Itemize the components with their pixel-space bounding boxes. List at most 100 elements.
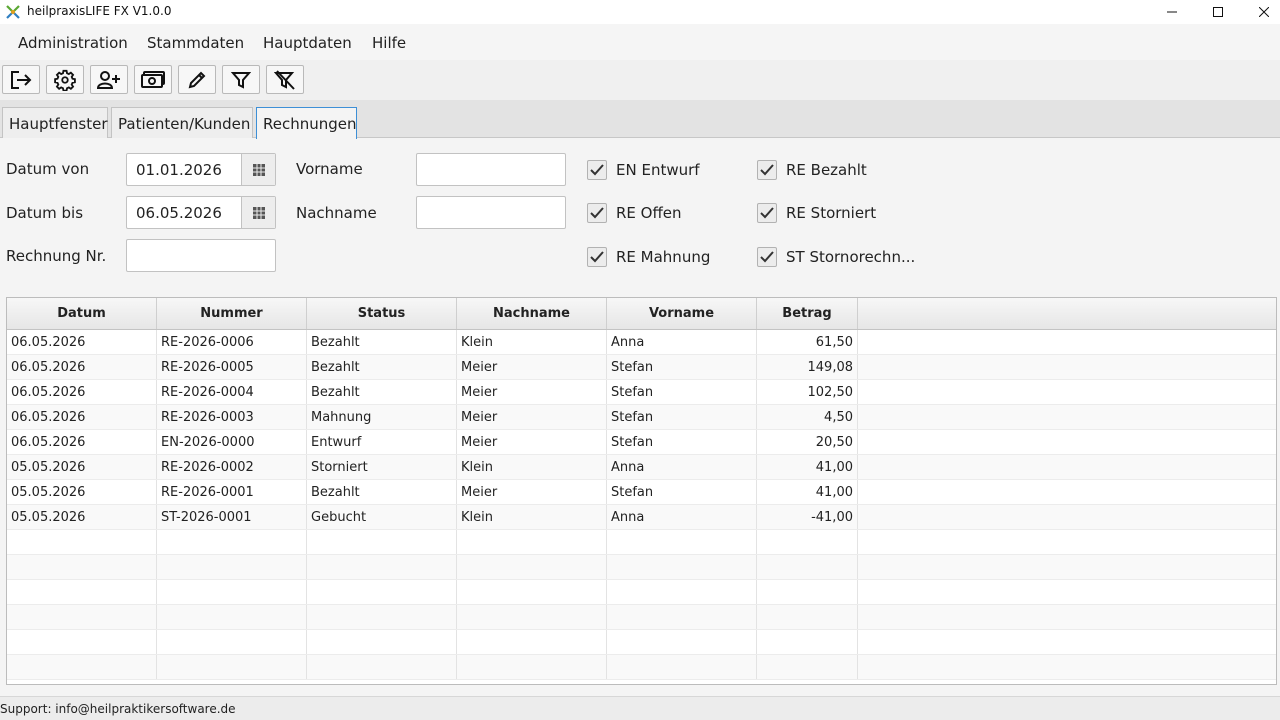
checkbox-box[interactable]: [587, 247, 607, 267]
edit-button[interactable]: [178, 65, 216, 94]
checkbox-re-mahnung[interactable]: RE Mahnung: [587, 247, 710, 267]
table-cell-nummer: [157, 630, 307, 654]
table-cell-betrag: 41,00: [757, 480, 858, 504]
table-cell-status: Storniert: [307, 455, 457, 479]
checkbox-st-stornorechnung[interactable]: ST Stornorechn...: [757, 247, 915, 267]
filter-icon: [231, 71, 251, 89]
calendar-icon: [252, 206, 265, 219]
table-cell-betrag: [757, 530, 858, 554]
minimize-button[interactable]: [1149, 0, 1195, 24]
empty-table-row: [7, 630, 1276, 655]
table-cell-status: [307, 605, 457, 629]
add-person-icon: [97, 70, 120, 89]
column-header-vorname[interactable]: Vorname: [607, 298, 757, 329]
table-cell-status: [307, 580, 457, 604]
table-row[interactable]: 05.05.2026 ST-2026-0001 Gebucht Klein Anna -4…: [7, 505, 1276, 530]
table-row[interactable]: 06.05.2026 RE-2026-0003 Mahnung Meier Stefan…: [7, 405, 1276, 430]
tab-rechnungen[interactable]: Rechnungen: [256, 107, 357, 139]
datum-bis-calendar-button[interactable]: [241, 197, 275, 228]
datum-bis-picker[interactable]: 06.05.2026: [126, 196, 276, 229]
column-header-nummer[interactable]: Nummer: [157, 298, 307, 329]
window-title: heilpraxisLIFE FX V1.0.0: [27, 4, 172, 18]
menu-stammdaten[interactable]: Stammdaten: [147, 34, 244, 52]
checkbox-label: EN Entwurf: [616, 161, 700, 179]
table-cell-nachname: [457, 580, 607, 604]
checkbox-box[interactable]: [587, 203, 607, 223]
empty-table-row: [7, 605, 1276, 630]
maximize-button[interactable]: [1195, 0, 1241, 24]
rechnung-nr-input[interactable]: [126, 239, 276, 272]
table-cell-nachname: [457, 605, 607, 629]
rechnung-nr-label: Rechnung Nr.: [6, 247, 107, 265]
checkbox-re-storniert[interactable]: RE Storniert: [757, 203, 876, 223]
menu-administration[interactable]: Administration: [18, 34, 128, 52]
table-row[interactable]: 06.05.2026 RE-2026-0005 Bezahlt Meier Stefan…: [7, 355, 1276, 380]
money-button[interactable]: [134, 65, 172, 94]
table-cell-datum: [7, 580, 157, 604]
logout-button[interactable]: [2, 65, 40, 94]
menu-hilfe[interactable]: Hilfe: [372, 34, 406, 52]
clear-filter-button[interactable]: [266, 65, 304, 94]
table-cell-betrag: -41,00: [757, 505, 858, 529]
table-row[interactable]: 06.05.2026 EN-2026-0000 Entwurf Meier Stefan…: [7, 430, 1276, 455]
table-cell-nummer: RE-2026-0004: [157, 380, 307, 404]
table-cell-nummer: RE-2026-0006: [157, 330, 307, 354]
table-cell-vorname: Stefan: [607, 405, 757, 429]
checkbox-box[interactable]: [587, 160, 607, 180]
add-person-button[interactable]: [90, 65, 128, 94]
vorname-input[interactable]: [416, 153, 566, 186]
checkbox-label: ST Stornorechn...: [786, 248, 916, 266]
table-cell-status: [307, 530, 457, 554]
checkbox-re-bezahlt[interactable]: RE Bezahlt: [757, 160, 867, 180]
invoice-table[interactable]: Datum Nummer Status Nachname Vorname Bet…: [6, 297, 1277, 685]
clear-filter-icon: [274, 69, 295, 90]
checkmark-icon: [760, 164, 774, 176]
table-row[interactable]: 06.05.2026 RE-2026-0006 Bezahlt Klein Anna 61…: [7, 330, 1276, 355]
checkbox-en-entwurf[interactable]: EN Entwurf: [587, 160, 700, 180]
settings-button[interactable]: [46, 65, 84, 94]
datum-von-picker[interactable]: 01.01.2026: [126, 153, 276, 186]
table-row[interactable]: 06.05.2026 RE-2026-0004 Bezahlt Meier Stefan…: [7, 380, 1276, 405]
checkbox-re-offen[interactable]: RE Offen: [587, 203, 682, 223]
table-cell-datum: 06.05.2026: [7, 330, 157, 354]
table-row[interactable]: 05.05.2026 RE-2026-0002 Storniert Klein Anna…: [7, 455, 1276, 480]
datum-von-calendar-button[interactable]: [241, 154, 275, 185]
table-cell-status: Bezahlt: [307, 480, 457, 504]
logout-icon: [11, 70, 32, 89]
nachname-input[interactable]: [416, 196, 566, 229]
filter-button[interactable]: [222, 65, 260, 94]
checkmark-icon: [590, 164, 604, 176]
column-header-datum[interactable]: Datum: [7, 298, 157, 329]
datum-von-input[interactable]: 01.01.2026: [136, 161, 222, 179]
menu-bar: Administration Stammdaten Hauptdaten Hil…: [0, 24, 1280, 61]
close-button[interactable]: [1241, 0, 1280, 24]
table-cell-vorname: Stefan: [607, 430, 757, 454]
table-cell-nummer: RE-2026-0001: [157, 480, 307, 504]
table-cell-nachname: Meier: [457, 405, 607, 429]
datum-bis-input[interactable]: 06.05.2026: [136, 204, 222, 222]
column-header-nachname[interactable]: Nachname: [457, 298, 607, 329]
table-cell-nummer: RE-2026-0003: [157, 405, 307, 429]
table-cell-status: [307, 655, 457, 679]
table-cell-betrag: [757, 580, 858, 604]
checkbox-box[interactable]: [757, 160, 777, 180]
checkbox-box[interactable]: [757, 247, 777, 267]
checkbox-label: RE Bezahlt: [786, 161, 867, 179]
tab-hauptfenster[interactable]: Hauptfenster: [2, 107, 108, 138]
tab-bar: Hauptfenster Patienten/Kunden Rechnungen: [0, 100, 1280, 139]
table-cell-vorname: Anna: [607, 330, 757, 354]
table-cell-datum: 05.05.2026: [7, 505, 157, 529]
column-header-status[interactable]: Status: [307, 298, 457, 329]
menu-hauptdaten[interactable]: Hauptdaten: [263, 34, 352, 52]
table-cell-betrag: 102,50: [757, 380, 858, 404]
checkmark-icon: [760, 251, 774, 263]
checkbox-box[interactable]: [757, 203, 777, 223]
table-cell-nachname: Meier: [457, 480, 607, 504]
table-cell-datum: 06.05.2026: [7, 355, 157, 379]
table-cell-datum: [7, 555, 157, 579]
table-row[interactable]: 05.05.2026 RE-2026-0001 Bezahlt Meier Stefan…: [7, 480, 1276, 505]
column-header-betrag[interactable]: Betrag: [757, 298, 858, 329]
table-cell-datum: [7, 530, 157, 554]
tab-patienten-kunden[interactable]: Patienten/Kunden: [111, 107, 253, 138]
table-cell-vorname: Stefan: [607, 380, 757, 404]
